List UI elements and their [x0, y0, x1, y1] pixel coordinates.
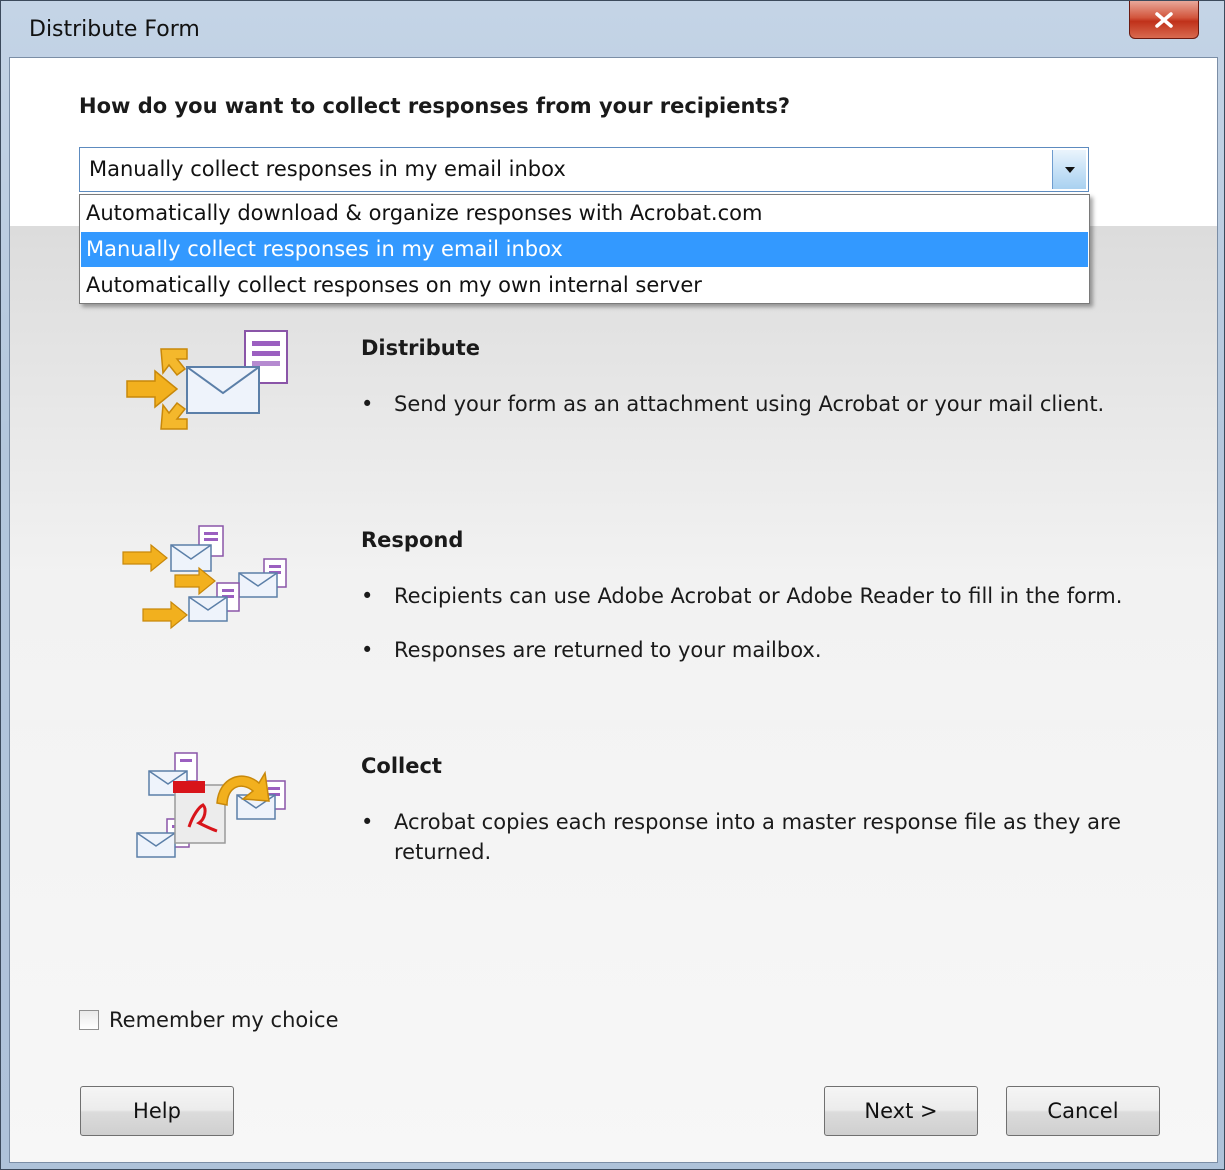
section-title-collect: Collect: [361, 754, 442, 778]
respond-envelopes-icon: [122, 525, 287, 630]
bullet-icon: •: [361, 392, 374, 416]
section-title-respond: Respond: [361, 528, 464, 552]
dropdown-option-internal-server[interactable]: Automatically collect responses on my ow…: [81, 268, 1088, 303]
cancel-button[interactable]: Cancel: [1006, 1086, 1160, 1136]
title-bar[interactable]: Distribute Form: [1, 1, 1225, 57]
bullet-text: Responses are returned to your mailbox.: [394, 638, 822, 662]
select-value: Manually collect responses in my email i…: [89, 157, 566, 181]
collect-pdf-icon: [136, 752, 286, 858]
next-button[interactable]: Next >: [824, 1086, 978, 1136]
remember-choice-label[interactable]: Remember my choice: [109, 1008, 339, 1032]
help-button[interactable]: Help: [80, 1086, 234, 1136]
bullet-icon: •: [361, 638, 374, 662]
window-title: Distribute Form: [29, 17, 200, 42]
bullet-text: Recipients can use Adobe Acrobat or Adob…: [394, 584, 1123, 608]
chevron-down-icon: [1064, 166, 1075, 173]
dropdown-list: Automatically download & organize respon…: [79, 194, 1090, 304]
bullet-icon: •: [361, 584, 374, 608]
response-method-select[interactable]: Manually collect responses in my email i…: [79, 147, 1089, 192]
dropdown-option-acrobat-com[interactable]: Automatically download & organize respon…: [81, 196, 1088, 231]
question-label: How do you want to collect responses fro…: [79, 94, 791, 118]
distribute-form-dialog: Distribute Form How do you want to colle…: [0, 0, 1225, 1170]
dropdown-button[interactable]: [1052, 150, 1086, 189]
remember-choice-checkbox[interactable]: [79, 1010, 99, 1030]
distribute-envelope-icon: [126, 330, 288, 430]
section-title-distribute: Distribute: [361, 336, 480, 360]
bullet-text: Acrobat copies each response into a mast…: [394, 810, 1122, 864]
close-button[interactable]: [1129, 1, 1199, 39]
bullet-icon: •: [361, 810, 374, 834]
dropdown-option-email-inbox[interactable]: Manually collect responses in my email i…: [81, 232, 1088, 267]
bullet-text: Send your form as an attachment using Ac…: [394, 392, 1105, 416]
close-icon: [1155, 11, 1173, 28]
remember-choice[interactable]: Remember my choice: [79, 1005, 339, 1035]
